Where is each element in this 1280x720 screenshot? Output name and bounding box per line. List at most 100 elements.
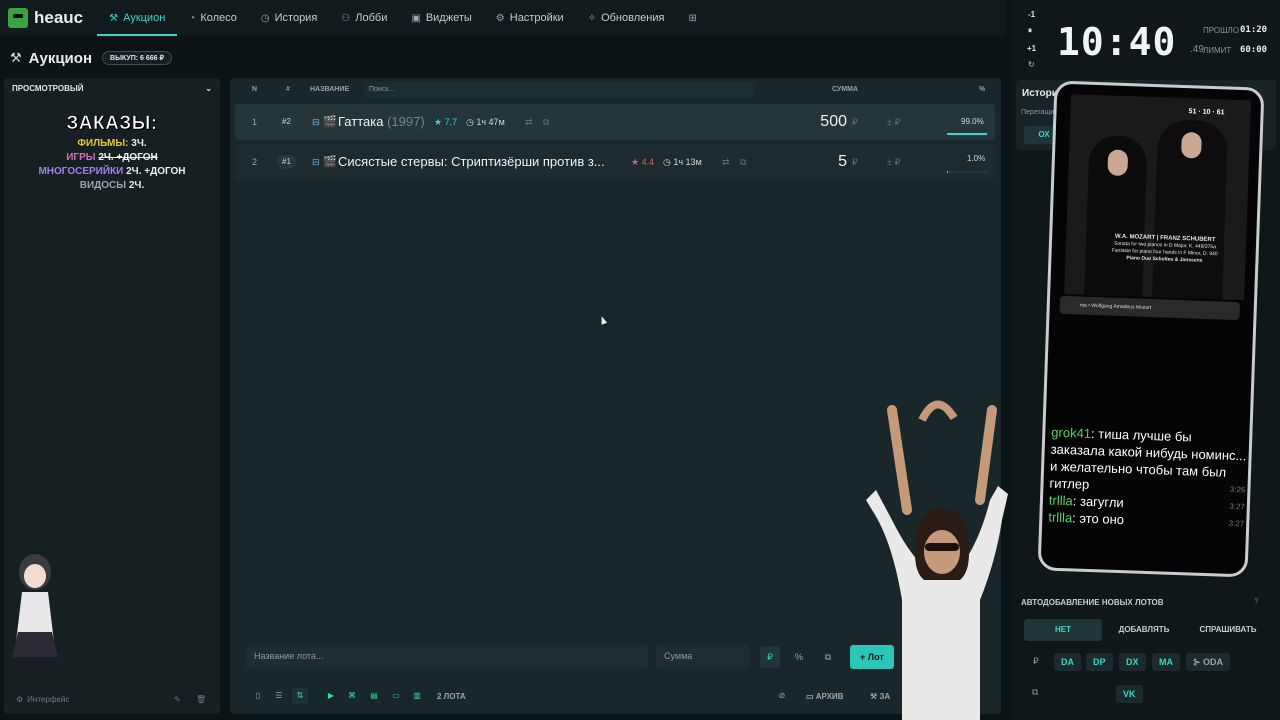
tv-icon[interactable]: ▭ <box>388 688 404 704</box>
nav-grid[interactable]: ⊞ <box>676 0 713 36</box>
stream-counters: 51 · 10 · 61 <box>1188 108 1225 117</box>
search-input[interactable]: Поиск... <box>364 82 754 98</box>
table-row[interactable]: 1 #2 ⊟ 🎬 Гаттака (1997) ★ 7.7 ◷ 1ч 47м ⇄… <box>235 104 995 140</box>
panel-title: ПРОСМОТРОВЫЙ <box>12 84 84 93</box>
integration-vk[interactable]: VK <box>1116 685 1143 703</box>
nav-updates[interactable]: ✧ Обновления <box>576 0 677 36</box>
plus-minus-icon[interactable]: ± ₽ <box>887 144 900 180</box>
nav-label: История <box>274 12 318 24</box>
chat-time: 3:27 <box>1228 518 1245 529</box>
album-cover: 51 · 10 · 61 W.A. MOZART | FRANZ SCHUBER… <box>1064 94 1252 301</box>
trash-icon[interactable]: 🗑 <box>196 695 206 704</box>
option-no[interactable]: НЕТ <box>1024 619 1102 641</box>
youtube-icon[interactable]: ▶ <box>323 688 339 704</box>
nav-history[interactable]: ◷ История <box>249 0 329 36</box>
gamepad-icon[interactable]: ⌘ <box>344 688 360 704</box>
pause-icon[interactable]: ⏸ <box>1028 26 1032 36</box>
timer: -1 ⏸ +1 ↻ 10:40 .49 ПРОШЛО 01:20 ЛИМИТ 6… <box>1014 6 1276 69</box>
rating-value: 4.4 <box>641 157 655 167</box>
nav-auction[interactable]: ⚒ Аукцион <box>97 0 178 36</box>
nav-wheel[interactable]: ◔ Колесо <box>177 0 249 36</box>
currency-rub-toggle[interactable]: ₽ <box>760 646 780 668</box>
nav-label: Обновления <box>601 12 665 24</box>
counter: 51 <box>1188 108 1197 116</box>
chat: grok41: тиша лучше бы заказала какой ниб… <box>1048 424 1247 533</box>
timer-ms: .49 <box>1190 44 1204 55</box>
eye-off-icon[interactable]: ⊘ <box>774 688 790 704</box>
option-ask[interactable]: СПРАШИВАТЬ <box>1186 619 1270 641</box>
lot-sum[interactable]: 5 <box>795 144 847 180</box>
nav-widgets[interactable]: ▣ Виджеты <box>399 0 483 36</box>
nav-label: Аукцион <box>123 12 166 24</box>
integration-oda[interactable]: ⊱ ODA <box>1186 653 1231 671</box>
col-name[interactable]: НАЗВАНИЕ <box>310 86 349 93</box>
book-icon[interactable]: ▥ <box>409 688 425 704</box>
col-sum[interactable]: СУММА <box>832 86 858 93</box>
archive-label: АРХИВ <box>815 692 844 701</box>
page-title: Аукцион <box>28 49 93 67</box>
sort-icon[interactable]: ⇅ <box>292 688 308 704</box>
film-icon[interactable]: ▤ <box>366 688 382 704</box>
left-panel-footer: ⚙ Интерфейс ✎ 🗑 <box>4 684 220 714</box>
drag-icon[interactable]: ⊟ <box>312 144 320 180</box>
grid-icon: ⊞ <box>688 12 697 24</box>
currency-icon: ₽ <box>852 157 858 167</box>
reset-icon[interactable]: ↻ <box>1028 60 1035 69</box>
counter: 10 <box>1202 108 1211 116</box>
lots-count: 2 ЛОТА <box>437 692 466 701</box>
plus-minute-button[interactable]: +1 <box>1027 44 1036 53</box>
option-add[interactable]: ДОБАВЛЯТЬ <box>1104 619 1184 641</box>
nav-settings[interactable]: ⚙ Настройки <box>484 0 576 36</box>
orders-title: ЗАКАЗЫ: <box>66 113 158 135</box>
lot-name-input[interactable]: Название лота... <box>246 645 648 669</box>
album-face <box>1107 149 1129 177</box>
integration-da[interactable]: DA <box>1054 653 1081 671</box>
settings-icon[interactable]: ⚙ <box>16 695 23 704</box>
swap-icon[interactable]: ⇄ <box>525 104 533 140</box>
col-n[interactable]: N <box>252 86 257 93</box>
logo-icon <box>8 8 28 28</box>
minus-minute-button[interactable]: -1 <box>1028 10 1035 19</box>
lot-title-text: Гаттака <box>338 114 384 129</box>
archive-button[interactable]: ▭ АРХИВ <box>806 692 843 701</box>
edit-icon[interactable]: ✎ <box>174 695 181 704</box>
category-label: ВИДОСЫ <box>79 180 127 191</box>
category-value: 3Ч. <box>131 138 147 149</box>
col-hash[interactable]: # <box>286 86 290 93</box>
currency-icon: ₽ <box>1033 656 1039 666</box>
integration-dx[interactable]: DX <box>1119 653 1146 671</box>
swap-icon[interactable]: ⇄ <box>722 144 730 180</box>
external-link-icon[interactable]: ⧉ <box>543 104 549 140</box>
chevron-down-icon[interactable]: ⌄ <box>205 84 212 93</box>
album-person <box>1152 119 1229 300</box>
lot-sum[interactable]: 500 <box>795 104 847 140</box>
app-logo[interactable]: heauc <box>8 8 83 28</box>
panel-header[interactable]: ПРОСМОТРОВЫЙ ⌄ <box>4 78 220 99</box>
currency-pct-toggle[interactable]: % <box>789 646 809 668</box>
list-icon[interactable]: ☰ <box>271 688 287 704</box>
lot-sum-input[interactable]: Сумма <box>656 645 750 669</box>
integration-ma[interactable]: MA <box>1152 653 1180 671</box>
chat-text: : загугли <box>1072 493 1124 511</box>
hammer-icon: ⚒ <box>10 50 22 65</box>
chat-time: 3:26 <box>1229 484 1246 495</box>
drag-icon[interactable]: ⊟ <box>312 104 320 140</box>
orders-line: ФИЛЬМЫ: 3Ч. <box>4 138 220 149</box>
copy-icon[interactable]: ⧉ <box>818 646 838 668</box>
sparkle-icon: ✧ <box>587 12 597 24</box>
nav-label: Колесо <box>200 12 237 24</box>
col-pct[interactable]: % <box>979 86 985 93</box>
buyout-badge[interactable]: ВЫКУП: 6 666 ₽ <box>102 51 172 65</box>
lot-title[interactable]: Гаттака (1997) <box>338 104 425 140</box>
integration-dp[interactable]: DP <box>1086 653 1113 671</box>
plus-minus-icon[interactable]: ± ₽ <box>887 104 900 140</box>
panel-icon[interactable]: ▯ <box>250 688 266 704</box>
nav-lobby[interactable]: ⚇ Лобби <box>329 0 399 36</box>
external-link-icon[interactable]: ⧉ <box>740 144 746 180</box>
category-label: ФИЛЬМЫ: <box>77 138 129 149</box>
help-icon[interactable]: ? <box>1254 597 1258 606</box>
lot-title[interactable]: Сисястые стервы: Стриптизёрши против з..… <box>338 144 605 180</box>
auto-add-panel: АВТОДОБАВЛЕНИЕ НОВЫХ ЛОТОВ ? НЕТ ДОБАВЛЯ… <box>1016 590 1276 720</box>
duration-value: 1ч 47м <box>476 117 505 127</box>
table-row[interactable]: 2 #1 ⊟ 🎬 Сисястые стервы: Стриптизёрши п… <box>235 144 995 180</box>
